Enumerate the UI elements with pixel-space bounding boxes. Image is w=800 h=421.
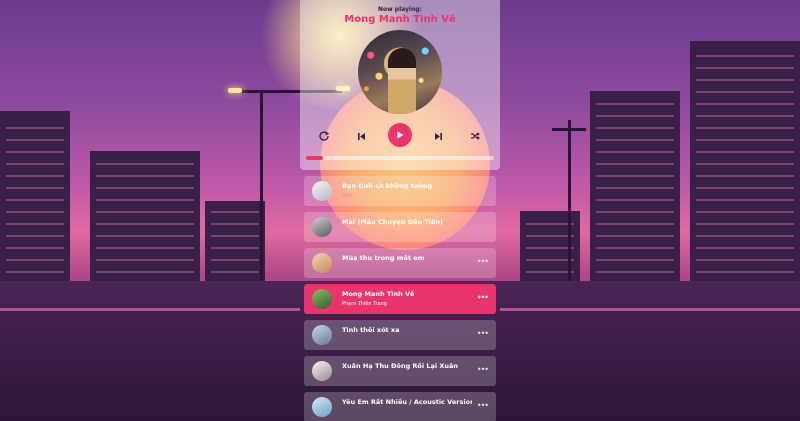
more-icon[interactable]: ••• xyxy=(477,366,489,374)
utility-pole xyxy=(568,120,571,290)
shuffle-icon[interactable] xyxy=(467,128,483,144)
progress-fill xyxy=(306,156,323,160)
previous-icon[interactable] xyxy=(353,128,369,144)
play-icon xyxy=(397,131,404,139)
song-title: Xuân Hạ Thu Đông Rồi Lại Xuân xyxy=(342,362,459,370)
song-artist: Bon xyxy=(342,193,352,199)
player-controls xyxy=(300,122,500,150)
building xyxy=(90,151,200,291)
next-icon[interactable] xyxy=(430,128,446,144)
building xyxy=(590,91,680,291)
song-title: Mai (Mầu Chuyện Đầu Tiên) xyxy=(342,218,444,226)
song-title: Tình thôi xót xa xyxy=(342,326,400,334)
playlist-item-active[interactable]: Mong Manh Tình Về Phạm Thiên Trang ••• xyxy=(304,284,496,314)
song-thumbnail xyxy=(312,289,332,309)
utility-pole-arm xyxy=(552,128,586,131)
song-title: Mong Manh Tình Về xyxy=(342,290,415,298)
song-title: Yêu Em Rất Nhiều / Acoustic Version xyxy=(342,398,472,406)
song-thumbnail xyxy=(312,361,332,381)
more-icon[interactable]: ••• xyxy=(477,258,489,266)
song-artist: Phạm Thiên Trang xyxy=(342,301,387,307)
playlist-item[interactable]: Yêu Em Rất Nhiều / Acoustic Version ••• xyxy=(304,392,496,421)
playlist-item[interactable]: Tình thôi xót xa ••• xyxy=(304,320,496,350)
song-thumbnail xyxy=(312,253,332,273)
playlist-item[interactable]: Mùa thu trong mắt em ••• xyxy=(304,248,496,278)
repeat-icon[interactable] xyxy=(316,128,332,144)
song-title: Mùa thu trong mắt em xyxy=(342,254,425,262)
street-lamp xyxy=(228,88,242,93)
current-song-title: Mong Manh Tình Về xyxy=(344,14,456,25)
progress-bar[interactable] xyxy=(306,156,494,160)
more-icon[interactable]: ••• xyxy=(477,294,489,302)
song-thumbnail xyxy=(312,217,332,237)
road-line xyxy=(0,308,300,311)
playlist-item[interactable]: Bạn tình cờ không tưởng Bon xyxy=(304,176,496,206)
building xyxy=(205,201,265,291)
song-thumbnail xyxy=(312,397,332,417)
album-art-figure xyxy=(388,48,416,114)
play-button[interactable] xyxy=(388,123,412,147)
song-thumbnail xyxy=(312,181,332,201)
album-art-disc xyxy=(358,30,442,114)
song-thumbnail xyxy=(312,325,332,345)
more-icon[interactable]: ••• xyxy=(477,402,489,410)
street-lamp-pole xyxy=(260,90,263,290)
playlist-item[interactable]: Mai (Mầu Chuyện Đầu Tiên) xyxy=(304,212,496,242)
song-title: Bạn tình cờ không tưởng xyxy=(342,182,433,190)
playlist: Bạn tình cờ không tưởng Bon Mai (Mầu Chu… xyxy=(304,176,496,421)
now-playing-label: Now playing: xyxy=(378,6,422,13)
road-line xyxy=(500,308,800,311)
building xyxy=(0,111,70,291)
building xyxy=(690,41,800,291)
building xyxy=(520,211,580,291)
more-icon[interactable]: ••• xyxy=(477,330,489,338)
playlist-item[interactable]: Xuân Hạ Thu Đông Rồi Lại Xuân ••• xyxy=(304,356,496,386)
